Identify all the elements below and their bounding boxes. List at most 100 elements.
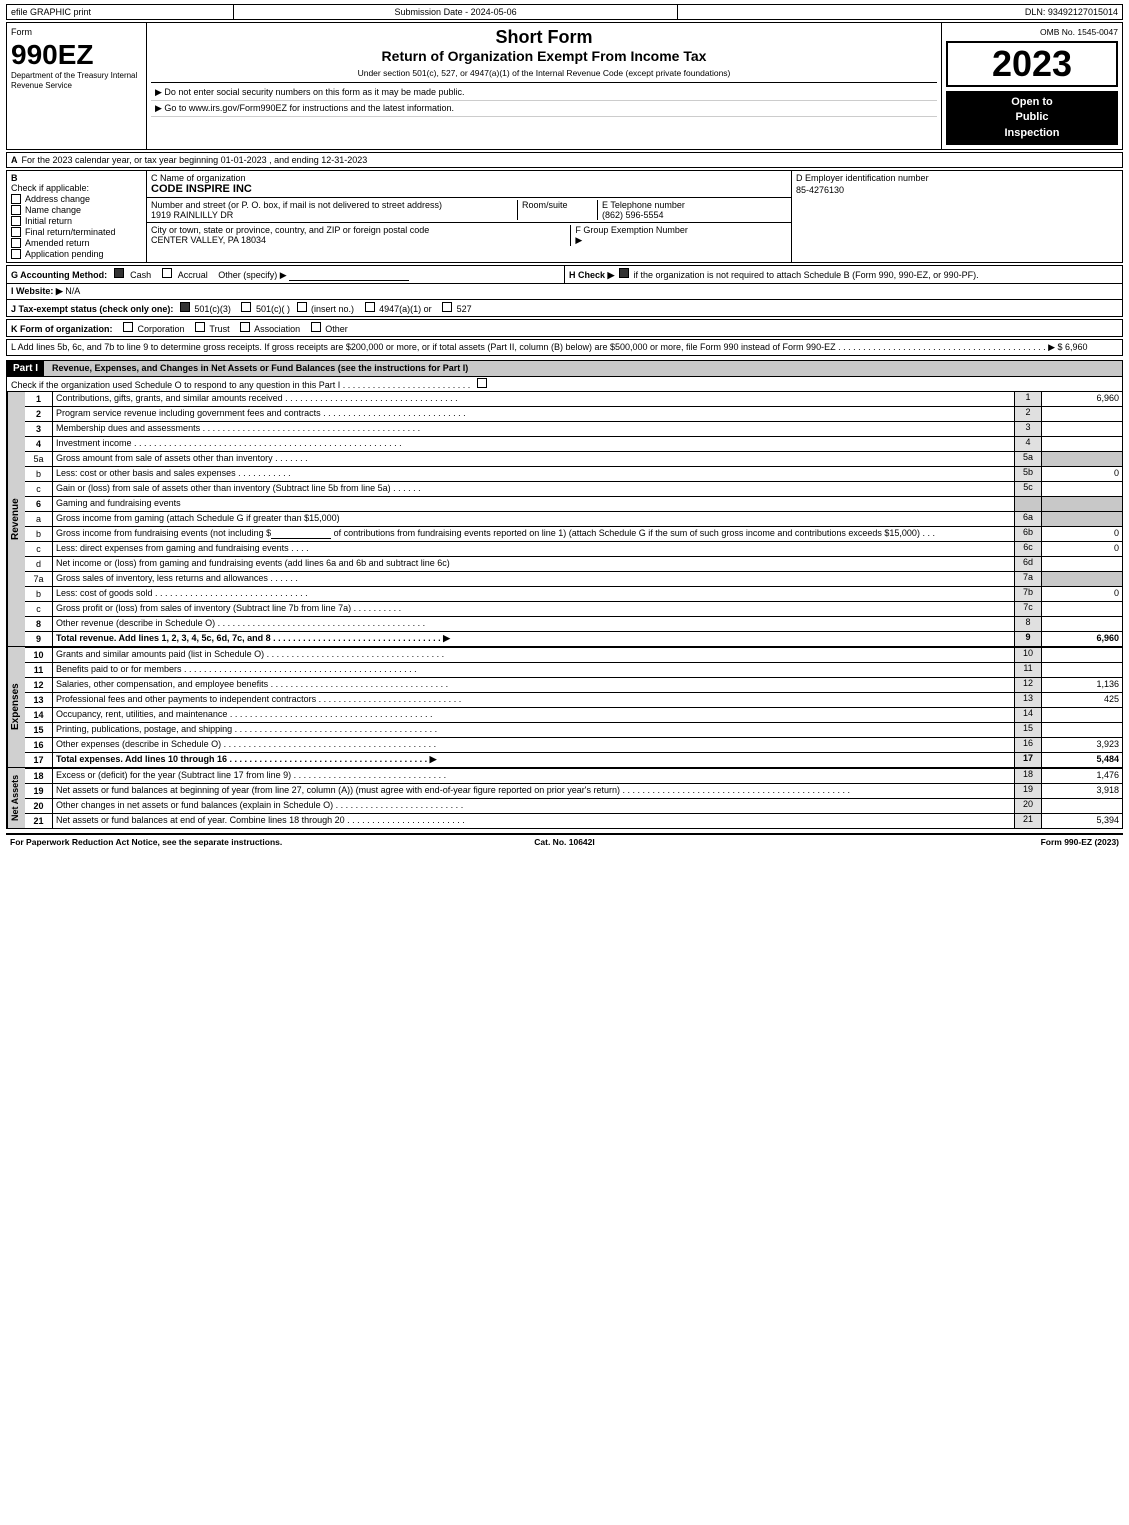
app-pending-checkbox[interactable] <box>11 249 21 259</box>
check-app-pending[interactable]: Application pending <box>11 249 142 259</box>
app-pending-label: Application pending <box>25 249 104 259</box>
net-assets-section: Net Assets 18 Excess or (deficit) for th… <box>6 768 1123 829</box>
check-applicable-label: Check if applicable: <box>11 183 142 193</box>
form-title-sub: Return of Organization Exempt From Incom… <box>151 48 937 64</box>
accrual-checkbox[interactable] <box>162 268 172 278</box>
schedule-o-text: Check if the organization used Schedule … <box>11 380 470 390</box>
trust-checkbox[interactable] <box>195 322 205 332</box>
row2-num: 2 <box>25 407 53 421</box>
insert-checkbox[interactable] <box>297 302 307 312</box>
revenue-row-7a: 7a Gross sales of inventory, less return… <box>25 572 1122 587</box>
row18-desc: Excess or (deficit) for the year (Subtra… <box>53 769 1014 783</box>
trust-option: Trust <box>195 324 232 334</box>
row4-linenum: 4 <box>1014 437 1042 451</box>
net-assets-side-label: Net Assets <box>7 768 25 828</box>
527-checkbox[interactable] <box>442 302 452 312</box>
corp-label: Corporation <box>138 324 185 334</box>
footer-left: For Paperwork Reduction Act Notice, see … <box>10 837 380 847</box>
check-final[interactable]: Final return/terminated <box>11 227 142 237</box>
row1-amount: 6,960 <box>1042 392 1122 406</box>
cash-checkbox[interactable] <box>114 268 124 278</box>
row10-amount <box>1042 648 1122 662</box>
amended-checkbox[interactable] <box>11 238 21 248</box>
revenue-row-6b: b Gross income from fundraising events (… <box>25 527 1122 542</box>
j-row: J Tax-exempt status (check only one): 50… <box>7 300 1122 316</box>
final-label: Final return/terminated <box>25 227 116 237</box>
row19-linenum: 19 <box>1014 784 1042 798</box>
name-checkbox[interactable] <box>11 205 21 215</box>
group-exemption-section: F Group Exemption Number ▶ <box>571 225 787 246</box>
expense-row-14: 14 Occupancy, rent, utilities, and maint… <box>25 708 1122 723</box>
check-address[interactable]: Address change <box>11 194 142 204</box>
h-check-text: if the organization is not required to a… <box>633 270 978 280</box>
address-label: Address change <box>25 194 90 204</box>
row16-num: 16 <box>25 738 53 752</box>
room-label: Room/suite <box>522 200 593 210</box>
org-name-section: C Name of organization CODE INSPIRE INC <box>147 171 791 198</box>
row6c-linenum: 6c <box>1014 542 1042 556</box>
row7c-num: c <box>25 602 53 616</box>
row6c-desc: Less: direct expenses from gaming and fu… <box>53 542 1014 556</box>
gh-section: G Accounting Method: Cash Accrual Other … <box>6 265 1123 317</box>
row6c-num: c <box>25 542 53 556</box>
other-org-checkbox[interactable] <box>311 322 321 332</box>
expenses-side-label: Expenses <box>7 647 25 767</box>
part-i-header: Part I Revenue, Expenses, and Changes in… <box>6 360 1123 376</box>
501c-label: 501(c)( ) <box>256 304 290 314</box>
row6b-desc: Gross income from fundraising events (no… <box>53 527 1014 541</box>
row10-linenum: 10 <box>1014 648 1042 662</box>
tax-exempt-4947: 4947(a)(1) or <box>365 304 435 314</box>
address-checkbox[interactable] <box>11 194 21 204</box>
gh-row: G Accounting Method: Cash Accrual Other … <box>7 266 1122 284</box>
row15-amount <box>1042 723 1122 737</box>
other-specify-line <box>289 270 409 281</box>
initial-checkbox[interactable] <box>11 216 21 226</box>
h-checkbox[interactable] <box>619 268 629 278</box>
check-amended[interactable]: Amended return <box>11 238 142 248</box>
row3-num: 3 <box>25 422 53 436</box>
part-i-label: Part I <box>7 361 44 376</box>
schedule-o-checkbox[interactable] <box>477 378 487 388</box>
row6a-amount <box>1042 512 1122 526</box>
501c3-checkbox[interactable] <box>180 302 190 312</box>
net-row-18: 18 Excess or (deficit) for the year (Sub… <box>25 768 1122 784</box>
row19-num: 19 <box>25 784 53 798</box>
city-label: City or town, state or province, country… <box>151 225 566 235</box>
check-initial[interactable]: Initial return <box>11 216 142 226</box>
4947-checkbox[interactable] <box>365 302 375 312</box>
row12-num: 12 <box>25 678 53 692</box>
row11-num: 11 <box>25 663 53 677</box>
assoc-checkbox[interactable] <box>240 322 250 332</box>
501c-checkbox[interactable] <box>241 302 251 312</box>
row7a-amount <box>1042 572 1122 586</box>
corp-checkbox[interactable] <box>123 322 133 332</box>
expense-row-12: 12 Salaries, other compensation, and emp… <box>25 678 1122 693</box>
section-b-col: B Check if applicable: Address change Na… <box>7 171 147 262</box>
row9-desc: Total revenue. Add lines 1, 2, 3, 4, 5c,… <box>53 632 1014 646</box>
final-checkbox[interactable] <box>11 227 21 237</box>
row6-num: 6 <box>25 497 53 511</box>
row2-linenum: 2 <box>1014 407 1042 421</box>
address-row: Number and street (or P. O. box, if mail… <box>147 198 791 223</box>
page: efile GRAPHIC print Submission Date - 20… <box>0 0 1129 853</box>
revenue-row-4: 4 Investment income . . . . . . . . . . … <box>25 437 1122 452</box>
phone-value: (862) 596-5554 <box>602 210 783 220</box>
revenue-row-6: 6 Gaming and fundraising events <box>25 497 1122 512</box>
revenue-row-5a: 5a Gross amount from sale of assets othe… <box>25 452 1122 467</box>
row9-amount: 6,960 <box>1042 632 1122 646</box>
row6d-linenum: 6d <box>1014 557 1042 571</box>
main-header: Form 990EZ Department of the Treasury In… <box>6 22 1123 150</box>
row7c-desc: Gross profit or (loss) from sales of inv… <box>53 602 1014 616</box>
dln-number: DLN: 93492127015014 <box>678 5 1122 19</box>
form-org-label: K Form of organization: <box>11 324 113 334</box>
net-assets-table-container: 18 Excess or (deficit) for the year (Sub… <box>25 768 1122 828</box>
row5b-amount: 0 <box>1042 467 1122 481</box>
check-name[interactable]: Name change <box>11 205 142 215</box>
employer-id-label: D Employer identification number <box>796 173 1118 183</box>
accounting-label: G Accounting Method: <box>11 270 107 280</box>
revenue-row-8: 8 Other revenue (describe in Schedule O)… <box>25 617 1122 632</box>
page-footer: For Paperwork Reduction Act Notice, see … <box>6 833 1123 849</box>
row21-desc: Net assets or fund balances at end of ye… <box>53 814 1014 828</box>
row8-linenum: 8 <box>1014 617 1042 631</box>
section-a: A For the 2023 calendar year, or tax yea… <box>6 152 1123 168</box>
